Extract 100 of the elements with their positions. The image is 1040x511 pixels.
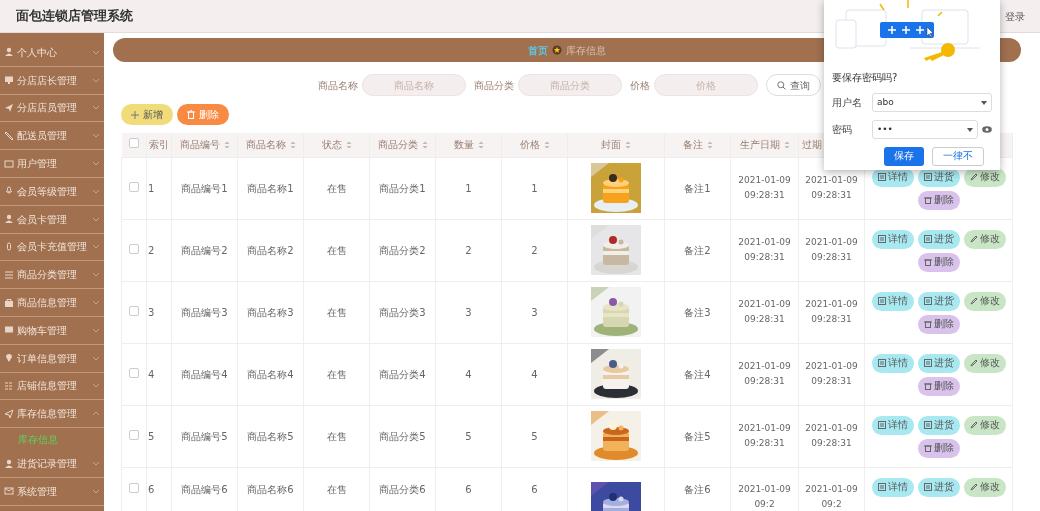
mail-icon — [4, 486, 14, 497]
price-cell: 6 — [531, 483, 538, 495]
checkbox[interactable] — [129, 367, 139, 378]
sidebar-item[interactable]: 商品信息管理 — [0, 289, 104, 317]
date-cell-text: 2021-01-09 09:28:31 — [737, 174, 792, 202]
restock-button[interactable]: 进货 — [917, 229, 960, 249]
delete-button[interactable]: 删除 — [917, 376, 960, 396]
pencil-icon — [969, 483, 978, 491]
restock-button[interactable]: 进货 — [917, 353, 960, 373]
product-code-cell: 商品编号3 — [181, 306, 228, 318]
checkbox[interactable] — [129, 429, 139, 440]
document-icon — [877, 483, 886, 491]
price-cell: 4 — [531, 368, 538, 380]
sidebar-item[interactable]: 进货记录管理 — [0, 450, 104, 478]
sidebar-item[interactable]: 分店店长管理 — [0, 66, 104, 95]
delete-button[interactable]: 删除 — [917, 314, 960, 334]
product-code-cell: 商品编号5 — [181, 430, 228, 442]
date-cell-text: 2021-01-09 09:28:31 — [804, 298, 859, 326]
document-icon — [923, 359, 932, 367]
restock-button[interactable]: 进货 — [917, 477, 960, 497]
app-title: 面包连锁店管理系统 — [16, 7, 133, 26]
sidebar-item[interactable]: 库存信息管理 — [0, 400, 104, 429]
product-code-cell: 商品编号4 — [181, 368, 228, 380]
edit-button[interactable]: 修改 — [963, 229, 1006, 249]
sidebar-item[interactable]: 系统管理 — [0, 477, 104, 506]
delete-button[interactable]: 删除 — [917, 252, 960, 272]
sidebar-item[interactable]: 配送员管理 — [0, 122, 104, 151]
search-field[interactable]: 商品名称 — [361, 74, 466, 96]
delete-button[interactable]: 删除 — [917, 438, 960, 458]
add-button[interactable]: 新增 — [121, 104, 173, 125]
restock-button[interactable]: 进货 — [917, 291, 960, 311]
sidebar-item[interactable]: 订单信息管理 — [0, 344, 104, 373]
document-icon — [923, 235, 932, 243]
quantity-cell: 5 — [465, 430, 472, 442]
search-field[interactable]: 价格 — [653, 74, 758, 96]
trash-icon — [923, 444, 932, 452]
quantity-cell: 6 — [465, 483, 472, 495]
date-cell-text: 2021-01-09 09:28:31 — [804, 174, 859, 202]
checkbox[interactable] — [129, 181, 139, 192]
detail-button[interactable]: 详情 — [871, 415, 914, 435]
send-icon — [4, 408, 14, 419]
username-select[interactable]: abo — [872, 93, 992, 112]
trash-icon — [923, 320, 932, 328]
checkbox[interactable] — [129, 482, 139, 493]
quantity-cell: 3 — [465, 306, 472, 318]
edit-button[interactable]: 修改 — [963, 477, 1006, 497]
sidebar-item[interactable]: 会员等级管理 — [0, 178, 104, 206]
delete-button[interactable]: 删除 — [917, 190, 960, 210]
price-cell: 3 — [531, 306, 538, 318]
edit-button[interactable]: 修改 — [963, 415, 1006, 435]
index-cell: 6 — [148, 483, 155, 495]
quantity-cell: 1 — [465, 182, 472, 194]
search-button[interactable]: 查询 — [765, 74, 821, 96]
date-cell-text: 2021-01-09 09:2 — [804, 482, 859, 511]
trash-icon — [923, 382, 932, 390]
monitor-icon — [4, 75, 14, 86]
detail-button[interactable]: 详情 — [871, 477, 914, 497]
logout-link[interactable]: 登录 — [1005, 8, 1025, 24]
index-cell: 5 — [148, 430, 155, 442]
password-select[interactable]: ••• — [872, 120, 978, 139]
column-header: 过期 — [802, 139, 822, 151]
sidebar-item[interactable]: 分店店员管理 — [0, 94, 104, 123]
date-cell-text: 2021-01-09 09:28:31 — [737, 360, 792, 388]
document-icon — [923, 421, 932, 429]
detail-button[interactable]: 详情 — [871, 229, 914, 249]
sidebar-item[interactable]: 商品分类管理 — [0, 261, 104, 290]
status-cell: 在售 — [326, 244, 347, 256]
sidebar-item[interactable]: 店铺信息管理 — [0, 372, 104, 401]
pencil-icon — [969, 421, 978, 429]
sidebar-item[interactable]: 用户管理 — [0, 150, 104, 178]
pencil-icon — [969, 359, 978, 367]
note-cell: 备注3 — [684, 306, 711, 318]
status-cell: 在售 — [326, 182, 347, 194]
search-icon — [776, 80, 786, 90]
star-icon — [552, 45, 562, 55]
document-icon — [877, 359, 886, 367]
checkbox[interactable] — [129, 305, 139, 316]
breadcrumb-current: 库存信息 — [566, 43, 606, 58]
sidebar-item[interactable]: 会员卡充值管理 — [0, 233, 104, 262]
pencil-icon — [969, 235, 978, 243]
detail-button[interactable]: 详情 — [871, 291, 914, 311]
edit-button[interactable]: 修改 — [963, 353, 1006, 373]
edit-button[interactable]: 修改 — [963, 291, 1006, 311]
pencil-icon — [969, 297, 978, 305]
detail-button[interactable]: 详情 — [871, 353, 914, 373]
sidebar-item[interactable]: 个人中心 — [0, 39, 104, 67]
trash-icon — [923, 196, 932, 204]
document-icon — [877, 421, 886, 429]
person-icon — [4, 458, 14, 469]
list-icon — [4, 269, 14, 280]
never-button[interactable]: 一律不 — [932, 147, 984, 166]
restock-button[interactable]: 进货 — [917, 415, 960, 435]
checkbox[interactable] — [129, 243, 139, 254]
field-label: 密码 — [832, 123, 853, 137]
search-field[interactable]: 商品分类 — [517, 74, 622, 96]
save-button[interactable]: 保存 — [884, 147, 924, 166]
sidebar-item[interactable]: 购物车管理 — [0, 316, 104, 345]
checkbox[interactable] — [128, 138, 139, 149]
category-cell: 商品分类2 — [379, 244, 426, 256]
sidebar-item[interactable]: 会员卡管理 — [0, 205, 104, 234]
